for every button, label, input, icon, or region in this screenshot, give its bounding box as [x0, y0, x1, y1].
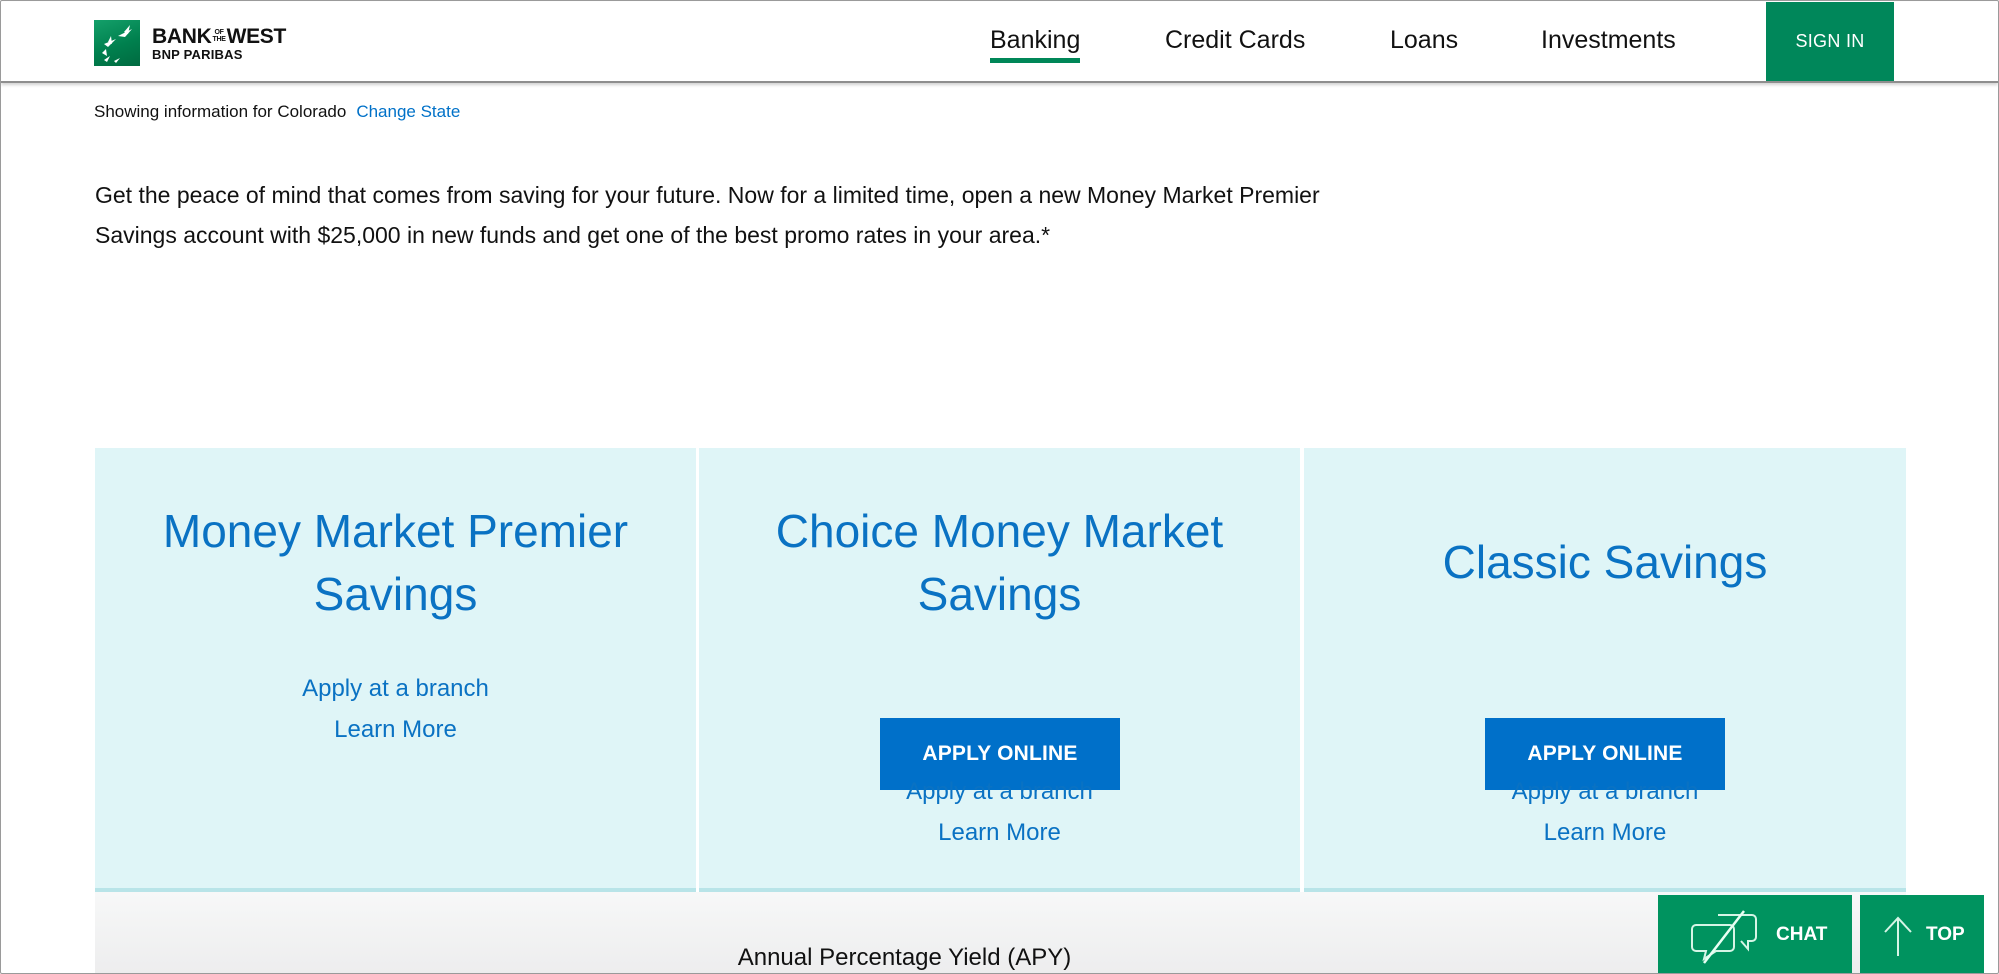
back-to-top-button[interactable]: TOP: [1860, 895, 1984, 973]
apply-at-branch-link[interactable]: Apply at a branch: [95, 668, 696, 709]
site-header: BANK OF THE WEST BNP PARIBAS Banking Cre…: [1, 2, 1998, 83]
apy-heading: Annual Percentage Yield (APY): [737, 944, 1072, 971]
nav-investments[interactable]: Investments: [1541, 23, 1676, 57]
card-title-line-1: Choice Money Market: [775, 505, 1224, 557]
apy-panel: Annual Percentage Yield (APY): [95, 892, 1906, 973]
top-label: TOP: [1926, 924, 1965, 945]
card-title: Money Market Premier Savings: [95, 500, 696, 626]
intro-paragraph: Get the peace of mind that comes from sa…: [95, 175, 1495, 255]
browser-viewport: BANK OF THE WEST BNP PARIBAS Banking Cre…: [0, 0, 1999, 974]
learn-more-link[interactable]: Learn More: [1304, 812, 1906, 853]
card-title: Choice Money Market Savings: [699, 500, 1300, 626]
bnp-stars-icon: [94, 20, 140, 66]
product-cards: Money Market Premier Savings Apply at a …: [95, 448, 1906, 892]
nav-banking[interactable]: Banking: [990, 23, 1081, 63]
card-title-line-2: Savings: [917, 568, 1082, 620]
intro-line-1: Get the peace of mind that comes from sa…: [95, 182, 1320, 208]
chat-button[interactable]: CHAT: [1658, 895, 1852, 973]
logo-text-bnp: BNP PARIBAS: [152, 46, 243, 62]
apply-at-branch-link[interactable]: Apply at a branch: [699, 771, 1300, 812]
card-title: Classic Savings: [1304, 531, 1906, 594]
arrow-up-icon: [1882, 910, 1914, 960]
chat-disabled-icon: [1690, 905, 1764, 965]
product-card-choice-money-market: Choice Money Market Savings APPLY ONLINE…: [699, 448, 1300, 892]
learn-more-link[interactable]: Learn More: [95, 709, 696, 750]
nav-loans[interactable]: Loans: [1390, 23, 1458, 57]
sign-in-button[interactable]: SIGN IN: [1766, 2, 1894, 81]
learn-more-link[interactable]: Learn More: [699, 812, 1300, 853]
location-text: Showing information for Colorado: [94, 102, 347, 121]
logo-text-bank: BANK: [152, 24, 212, 48]
change-state-link[interactable]: Change State: [356, 102, 460, 121]
bank-logo[interactable]: BANK OF THE WEST BNP PARIBAS: [94, 19, 286, 67]
logo-text-west: WEST: [226, 24, 287, 48]
intro-line-2: Savings account with $25,000 in new fund…: [95, 222, 1051, 248]
card-title-line-1: Classic Savings: [1442, 536, 1768, 588]
apply-at-branch-link[interactable]: Apply at a branch: [1304, 771, 1906, 812]
location-bar: Showing information for Colorado Change S…: [94, 102, 460, 122]
chat-label: CHAT: [1776, 924, 1828, 945]
nav-credit-cards[interactable]: Credit Cards: [1165, 23, 1305, 57]
product-card-classic-savings: Classic Savings APPLY ONLINE Apply at a …: [1304, 448, 1906, 892]
logo-text-of: OF: [214, 29, 224, 36]
product-card-money-market-premier: Money Market Premier Savings Apply at a …: [95, 448, 696, 892]
card-title-line-2: Savings: [313, 568, 478, 620]
logo-text-the: THE: [212, 36, 226, 43]
card-title-line-1: Money Market Premier: [162, 505, 629, 557]
